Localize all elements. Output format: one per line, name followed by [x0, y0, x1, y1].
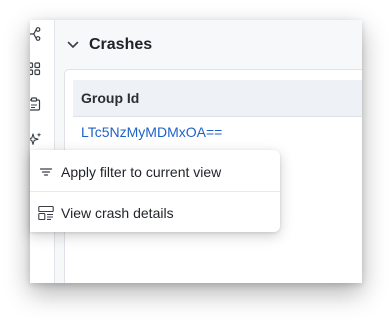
grid-icon[interactable] — [30, 62, 42, 76]
screenshot-stage: Crashes Group Id LTc5NzMyMDMxOA== Apply … — [0, 0, 392, 325]
menu-item-label: View crash details — [61, 205, 174, 221]
group-id-link[interactable]: LTc5NzMyMDMxOA== — [81, 124, 222, 140]
table-header: Group Id — [73, 80, 362, 117]
menu-item-apply-filter[interactable]: Apply filter to current view — [30, 152, 280, 192]
crashes-section-header[interactable]: Crashes — [67, 36, 152, 54]
column-header-group-id[interactable]: Group Id — [81, 90, 139, 106]
section-title: Crashes — [89, 36, 153, 53]
branch-icon[interactable] — [30, 27, 42, 41]
details-layout-icon — [38, 205, 54, 221]
menu-divider — [30, 191, 280, 192]
menu-item-label: Apply filter to current view — [61, 164, 222, 180]
clipboard-icon[interactable] — [30, 97, 42, 111]
filter-icon — [39, 168, 53, 176]
chevron-down-icon[interactable] — [67, 39, 79, 51]
context-menu: Apply filter to current view View crash … — [30, 150, 280, 232]
sparkle-icon[interactable] — [30, 132, 42, 146]
menu-item-view-crash-details[interactable]: View crash details — [30, 193, 280, 233]
